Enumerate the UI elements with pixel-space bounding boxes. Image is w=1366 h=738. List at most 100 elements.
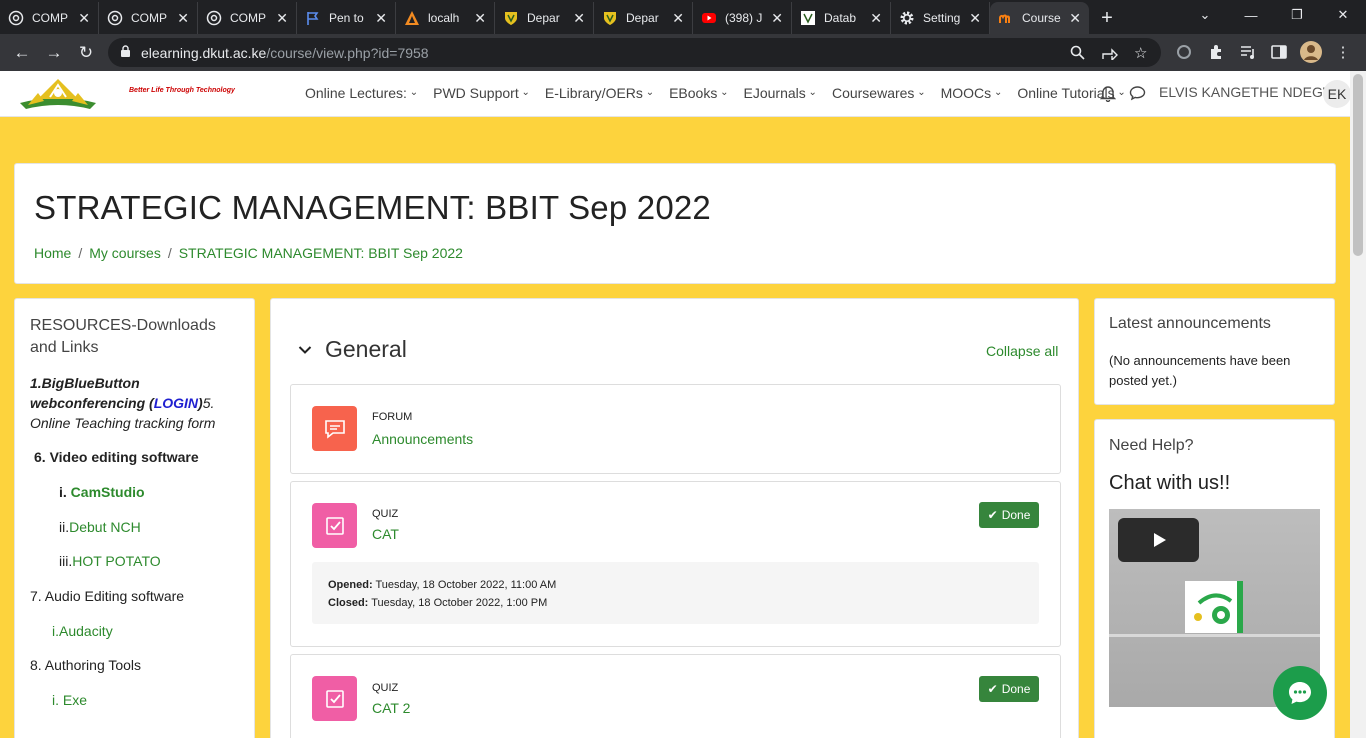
camstudio-link[interactable]: CamStudio [71,484,145,500]
nav-ejournals[interactable]: EJournals [744,85,817,101]
close-icon[interactable]: ✕ [1069,10,1081,27]
hot-potato-link[interactable]: HOT POTATO [72,553,160,569]
browser-tab[interactable]: Depar ✕ [594,2,693,34]
url-host: elearning.dkut.ac.ke [141,44,267,61]
browser-tab-active[interactable]: Course ✕ [990,2,1089,34]
breadcrumb-course[interactable]: STRATEGIC MANAGEMENT: BBIT Sep 2022 [179,245,463,261]
activity-type-label: QUIZ [372,682,399,694]
close-icon[interactable]: ✕ [474,10,486,27]
opened-label: Opened: [328,579,373,591]
opened-date: Tuesday, 18 October 2022, 11:00 AM [375,579,557,591]
close-icon[interactable]: ✕ [771,10,783,27]
bbb-label: 1.BigBlueButton webconferencing ( [30,375,154,411]
tab-title: localh [428,11,460,25]
browser-tab[interactable]: Setting ✕ [891,2,990,34]
nav-online-lectures[interactable]: Online Lectures: [305,85,418,101]
bookmark-star-icon[interactable]: ☆ [1134,38,1147,67]
audacity-link[interactable]: i.Audacity [52,621,113,641]
url-bar[interactable]: elearning.dkut.ac.ke/course/view.php?id=… [108,38,1161,67]
browser-tab[interactable]: Pen to ✕ [297,2,396,34]
resources-block: RESOURCES-Downloads and Links 1.BigBlueB… [14,298,255,738]
browser-tab[interactable]: COMP ✕ [198,2,297,34]
scrollbar-thumb[interactable] [1353,74,1363,256]
video-editing-heading: 6. Video editing software [34,449,199,465]
forum-icon [312,406,357,451]
latest-announcements-block: Latest announcements (No announcements h… [1094,298,1335,405]
share-icon[interactable] [1102,38,1118,67]
page-scrollbar[interactable] [1350,71,1366,738]
chat-widget-button[interactable] [1273,666,1327,720]
browser-tab[interactable]: COMP ✕ [0,2,99,34]
profile-avatar-icon[interactable] [1299,40,1323,64]
restore-icon[interactable]: ❐ [1274,0,1320,30]
announcements-title: Latest announcements [1109,315,1271,332]
resources-block-title: RESOURCES-Downloads and Links [30,317,216,356]
browser-tab[interactable]: (398) J ✕ [693,2,792,34]
back-icon[interactable]: ← [6,37,38,69]
messages-chat-icon[interactable] [1129,85,1146,101]
browser-tab[interactable]: localh ✕ [396,2,495,34]
announcements-empty-text: (No announcements have been posted yet.) [1109,353,1291,388]
bbb-login-link[interactable]: LOGIN [154,395,198,411]
chevron-down-icon[interactable] [298,342,312,354]
closed-date-row: Closed: Tuesday, 18 October 2022, 1:00 P… [328,594,1023,612]
activity-link[interactable]: CAT 2 [372,700,410,716]
activity-quiz-cat: QUIZ CAT ✔ Done Opened: Tuesday, 18 Octob… [290,481,1061,647]
zoom-search-icon[interactable] [1070,38,1085,67]
browser-tab[interactable]: COMP ✕ [99,2,198,34]
forward-icon[interactable]: → [38,37,70,69]
opened-date-row: Opened: Tuesday, 18 October 2022, 11:00 … [328,576,1023,594]
close-icon[interactable]: ✕ [177,10,189,27]
browser-tab[interactable]: Depar ✕ [495,2,594,34]
section-title-general[interactable]: General [325,336,407,363]
globe-icon [206,10,222,26]
check-icon: ✔ [987,508,998,522]
side-panel-icon[interactable] [1267,40,1291,64]
new-tab-button[interactable]: + [1089,2,1125,34]
activity-dates: Opened: Tuesday, 18 October 2022, 11:00 … [312,562,1039,624]
hot-potato-item: iii.HOT POTATO [59,551,161,571]
completion-done-badge[interactable]: ✔ Done [979,502,1039,528]
exe-link[interactable]: i. Exe [52,690,87,710]
browser-menu-icon[interactable]: ⋮ [1331,40,1355,64]
nav-ebooks[interactable]: EBooks [669,85,728,101]
tab-search-icon[interactable]: ⌄ [1182,0,1228,30]
nav-e-library[interactable]: E-Library/OERs [545,85,654,101]
close-icon[interactable]: ✕ [573,10,585,27]
camstudio-number: i. [59,484,71,500]
activity-link[interactable]: CAT [372,526,399,542]
close-icon[interactable]: ✕ [78,10,90,27]
quiz-icon [312,676,357,721]
nav-moocs[interactable]: MOOCs [941,85,1003,101]
collapse-all-link[interactable]: Collapse all [986,343,1058,359]
browser-tab[interactable]: Datab ✕ [792,2,891,34]
reload-icon[interactable]: ↻ [70,37,102,69]
globe-icon [107,10,123,26]
close-window-icon[interactable]: ✕ [1320,0,1366,30]
play-icon[interactable] [1118,518,1199,562]
camstudio-item: i. CamStudio [59,482,145,502]
audio-editing-heading: 7. Audio Editing software [30,588,185,604]
sync-extension-icon[interactable] [1172,40,1196,64]
breadcrumb-my-courses[interactable]: My courses [89,245,161,261]
close-icon[interactable]: ✕ [375,10,387,27]
check-icon: ✔ [987,682,998,696]
debut-nch-link[interactable]: Debut NCH [69,519,141,535]
user-avatar[interactable]: EK [1323,80,1351,108]
user-name[interactable]: ELVIS KANGETHE NDEGWA [1159,84,1345,100]
nav-pwd-support[interactable]: PWD Support [433,85,530,101]
extensions-puzzle-icon[interactable] [1204,40,1228,64]
dkut-logo[interactable] [18,75,98,113]
breadcrumb-home[interactable]: Home [34,245,71,261]
close-icon[interactable]: ✕ [969,10,981,27]
nav-coursewares[interactable]: Coursewares [832,85,926,101]
close-icon[interactable]: ✕ [870,10,882,27]
browser-tab-bar: COMP ✕ COMP ✕ COMP ✕ Pen to ✕ localh ✕ Depar ✕… [0,0,1366,34]
activity-link[interactable]: Announcements [372,431,473,447]
notification-bell-icon[interactable] [1099,84,1117,103]
media-queue-icon[interactable] [1236,40,1260,64]
completion-done-badge[interactable]: ✔ Done [979,676,1039,702]
close-icon[interactable]: ✕ [276,10,288,27]
minimize-icon[interactable]: — [1228,0,1274,30]
close-icon[interactable]: ✕ [672,10,684,27]
